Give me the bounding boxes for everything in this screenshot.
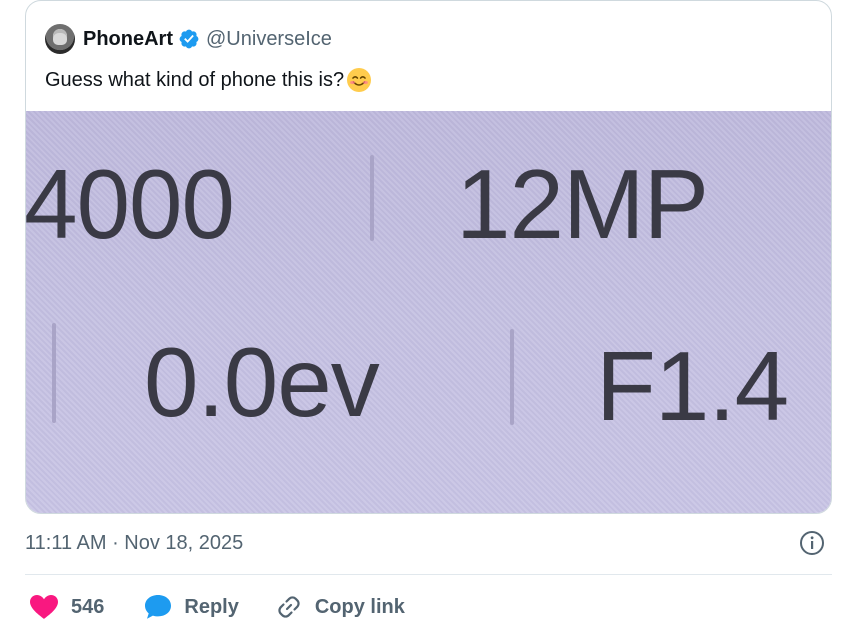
- info-icon[interactable]: [799, 530, 825, 556]
- copy-link-label: Copy link: [314, 595, 405, 618]
- handle[interactable]: @UniverseIce: [206, 28, 332, 51]
- photo-divider: [510, 329, 514, 425]
- like-count: 546: [71, 595, 105, 618]
- copy-link-button[interactable]: Copy link: [275, 593, 405, 621]
- reply-button[interactable]: Reply: [144, 594, 239, 620]
- link-icon: [278, 596, 300, 618]
- tweet-text: Guess what kind of phone this is?: [45, 67, 372, 93]
- avatar[interactable]: [45, 24, 75, 54]
- reply-label: Reply: [184, 595, 239, 618]
- like-button[interactable]: 546: [29, 594, 104, 620]
- heart-icon: [30, 595, 58, 619]
- reply-bubble-icon: [145, 595, 172, 619]
- photo-label-resolution: 12MP: [456, 149, 709, 259]
- photo-label-iso: 4000: [26, 149, 235, 259]
- tweet-photo[interactable]: 4000 12MP 0.0ev F1.4: [26, 111, 831, 513]
- tweet-text-body: Guess what kind of phone this is?: [45, 68, 345, 91]
- timestamp[interactable]: 11:11 AM · Nov 18, 2025: [25, 532, 243, 555]
- photo-divider: [52, 323, 56, 423]
- photo-divider: [370, 155, 374, 241]
- tweet-card: PhoneArt @UniverseIce Guess what kind of…: [25, 0, 832, 514]
- photo-label-exposure: 0.0ev: [144, 327, 380, 437]
- display-name[interactable]: PhoneArt: [83, 28, 173, 51]
- tweet-header: PhoneArt @UniverseIce: [45, 23, 332, 55]
- verified-badge-icon: [178, 28, 200, 50]
- photo-label-aperture: F1.4: [596, 331, 789, 441]
- divider: [25, 574, 832, 575]
- action-bar: 546 Reply Copy link: [29, 590, 405, 624]
- smiling-face-icon: [346, 67, 372, 93]
